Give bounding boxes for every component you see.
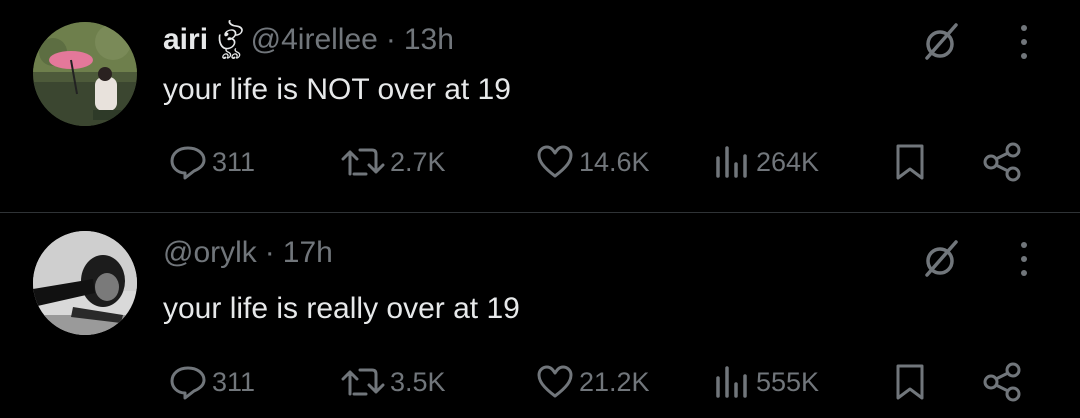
views-icon [712,142,752,182]
action-bar: 311 3.5K 21.2K 555K [0,357,1080,407]
tweet-header: airi ঔৣ @4irellee · 13h [163,22,454,58]
name-emoji: ঔৣ [214,23,239,56]
like-button[interactable]: 14.6K [535,137,650,187]
like-button[interactable]: 21.2K [535,357,650,407]
repost-count: 2.7K [390,146,446,177]
share-button[interactable] [980,137,1024,187]
repost-icon [340,362,386,402]
bookmark-icon [893,362,927,402]
handle[interactable]: @4irellee [251,22,378,58]
separator: · [264,236,275,269]
share-icon [980,360,1024,404]
tweet[interactable]: @orylk · 17h your life is really over at… [0,213,1080,418]
reply-icon [168,142,208,182]
views-button[interactable]: 264K [712,137,819,187]
share-icon [980,140,1024,184]
timestamp[interactable]: 17h [283,235,333,271]
bookmark-button[interactable] [893,357,927,407]
tweet[interactable]: airi ঔৣ @4irellee · 13h your life is NOT… [0,0,1080,212]
heart-icon [535,362,575,402]
tweet-text: your life is NOT over at 19 [163,73,511,106]
reply-count: 311 [212,146,256,177]
views-button[interactable]: 555K [712,357,819,407]
display-name[interactable]: airi [163,22,208,58]
share-button[interactable] [980,357,1024,407]
bookmark-icon [893,142,927,182]
reply-count: 311 [212,366,256,397]
handle[interactable]: @orylk [163,235,257,271]
grok-icon[interactable] [918,18,966,66]
reply-button[interactable]: 311 [168,137,255,187]
views-count: 555K [756,366,820,397]
separator: · [385,23,396,56]
views-icon [712,362,752,402]
repost-count: 3.5K [390,366,446,397]
timestamp[interactable]: 13h [404,22,454,58]
more-icon[interactable] [1014,22,1034,62]
repost-button[interactable]: 3.5K [340,357,446,407]
reply-button[interactable]: 311 [168,357,255,407]
like-count: 21.2K [579,366,650,397]
avatar[interactable] [33,22,137,126]
reply-icon [168,362,208,402]
bookmark-button[interactable] [893,137,927,187]
repost-icon [340,142,386,182]
tweet-text: your life is really over at 19 [163,292,520,325]
grok-icon[interactable] [918,235,966,283]
heart-icon [535,142,575,182]
like-count: 14.6K [579,146,650,177]
views-count: 264K [756,146,820,177]
tweet-header: @orylk · 17h [163,235,333,271]
repost-button[interactable]: 2.7K [340,137,446,187]
avatar[interactable] [33,231,137,335]
more-icon[interactable] [1014,239,1034,279]
action-bar: 311 2.7K 14.6K 264K [0,137,1080,187]
